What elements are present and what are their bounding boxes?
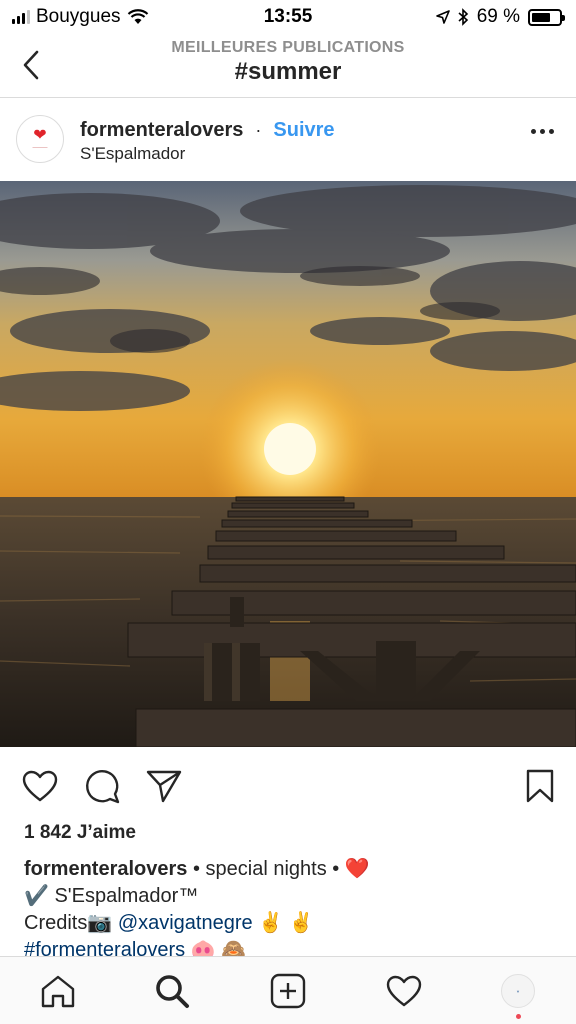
header-subtitle: MEILLEURES PUBLICATIONS	[171, 39, 405, 56]
caption-mention[interactable]: @xavigatnegre	[118, 912, 253, 934]
post-header: ❤ ——— formenteralovers · Suivre S'Espalm…	[0, 99, 576, 181]
like-button[interactable]	[20, 766, 60, 806]
search-icon	[156, 975, 189, 1008]
battery-icon	[528, 8, 565, 26]
heart-outline-icon	[22, 770, 58, 802]
status-bar: Bouygues 13:55 69 %	[0, 0, 576, 34]
page-title: #summer	[234, 58, 342, 85]
caption-line-4: #formenteralovers 🐽 🙈	[24, 937, 554, 956]
post-photo[interactable]	[0, 181, 576, 747]
battery-percent: 69 %	[476, 6, 520, 27]
post-actions	[0, 758, 576, 814]
caption-credits: Credits📷	[24, 912, 118, 934]
caption-line-1: formenteralovers • special nights • ❤️	[24, 856, 554, 883]
bluetooth-icon	[458, 8, 468, 26]
follow-button[interactable]: Suivre	[273, 119, 334, 142]
heart-outline-icon	[386, 975, 422, 1007]
status-bar-right: 69 %	[435, 6, 565, 28]
caption-emojis-2: 🐽 🙈	[185, 939, 247, 956]
post-location[interactable]: S'Espalmador	[80, 144, 185, 164]
post-caption: formenteralovers • special nights • ❤️ ✔…	[24, 856, 554, 956]
separator-dot: ·	[255, 120, 262, 140]
caption-username[interactable]: formenteralovers	[24, 858, 187, 880]
more-options-button[interactable]	[531, 129, 554, 134]
post-user-line: formenteralovers · Suivre	[80, 119, 335, 142]
caption-text: • special nights •	[187, 858, 345, 880]
tab-home[interactable]	[38, 971, 78, 1011]
user-avatar[interactable]: ❤ ———	[16, 115, 64, 163]
comment-button[interactable]	[82, 766, 122, 806]
battery-level	[532, 12, 550, 22]
more-horizontal-icon	[531, 129, 536, 134]
profile-avatar-icon: ▼	[501, 974, 535, 1008]
caption-hashtag[interactable]: #formenteralovers	[24, 939, 185, 956]
tab-new-post[interactable]	[268, 971, 308, 1011]
caption-emojis: ✌️ ✌️	[252, 912, 314, 934]
avatar-logo-mark: ———	[32, 144, 48, 151]
bookmark-icon	[526, 769, 554, 803]
share-button[interactable]	[144, 766, 184, 806]
tab-activity[interactable]	[384, 971, 424, 1011]
comment-bubble-icon	[86, 770, 120, 804]
notification-dot	[516, 1014, 521, 1019]
save-button[interactable]	[520, 766, 560, 806]
likes-count[interactable]: 1 842 J’aime	[24, 822, 136, 844]
red-heart-icon: ❤️	[344, 858, 370, 880]
home-icon	[41, 975, 75, 1008]
bottom-tab-bar: ▼	[0, 956, 576, 1024]
navigation-header: MEILLEURES PUBLICATIONS #summer	[0, 34, 576, 98]
paper-plane-icon	[146, 770, 182, 803]
plus-square-icon	[270, 973, 306, 1009]
caption-line-2: ✔️ S'Espalmador™	[24, 885, 199, 907]
sunset-pier-image	[0, 181, 576, 747]
caption-line-3: Credits📷 @xavigatnegre ✌️ ✌️	[24, 910, 554, 937]
tab-search[interactable]	[152, 971, 192, 1011]
post-username[interactable]: formenteralovers	[80, 119, 243, 142]
location-arrow-icon	[435, 10, 450, 24]
tab-profile[interactable]: ▼	[498, 971, 538, 1011]
heart-logo-icon: ❤	[33, 126, 47, 144]
